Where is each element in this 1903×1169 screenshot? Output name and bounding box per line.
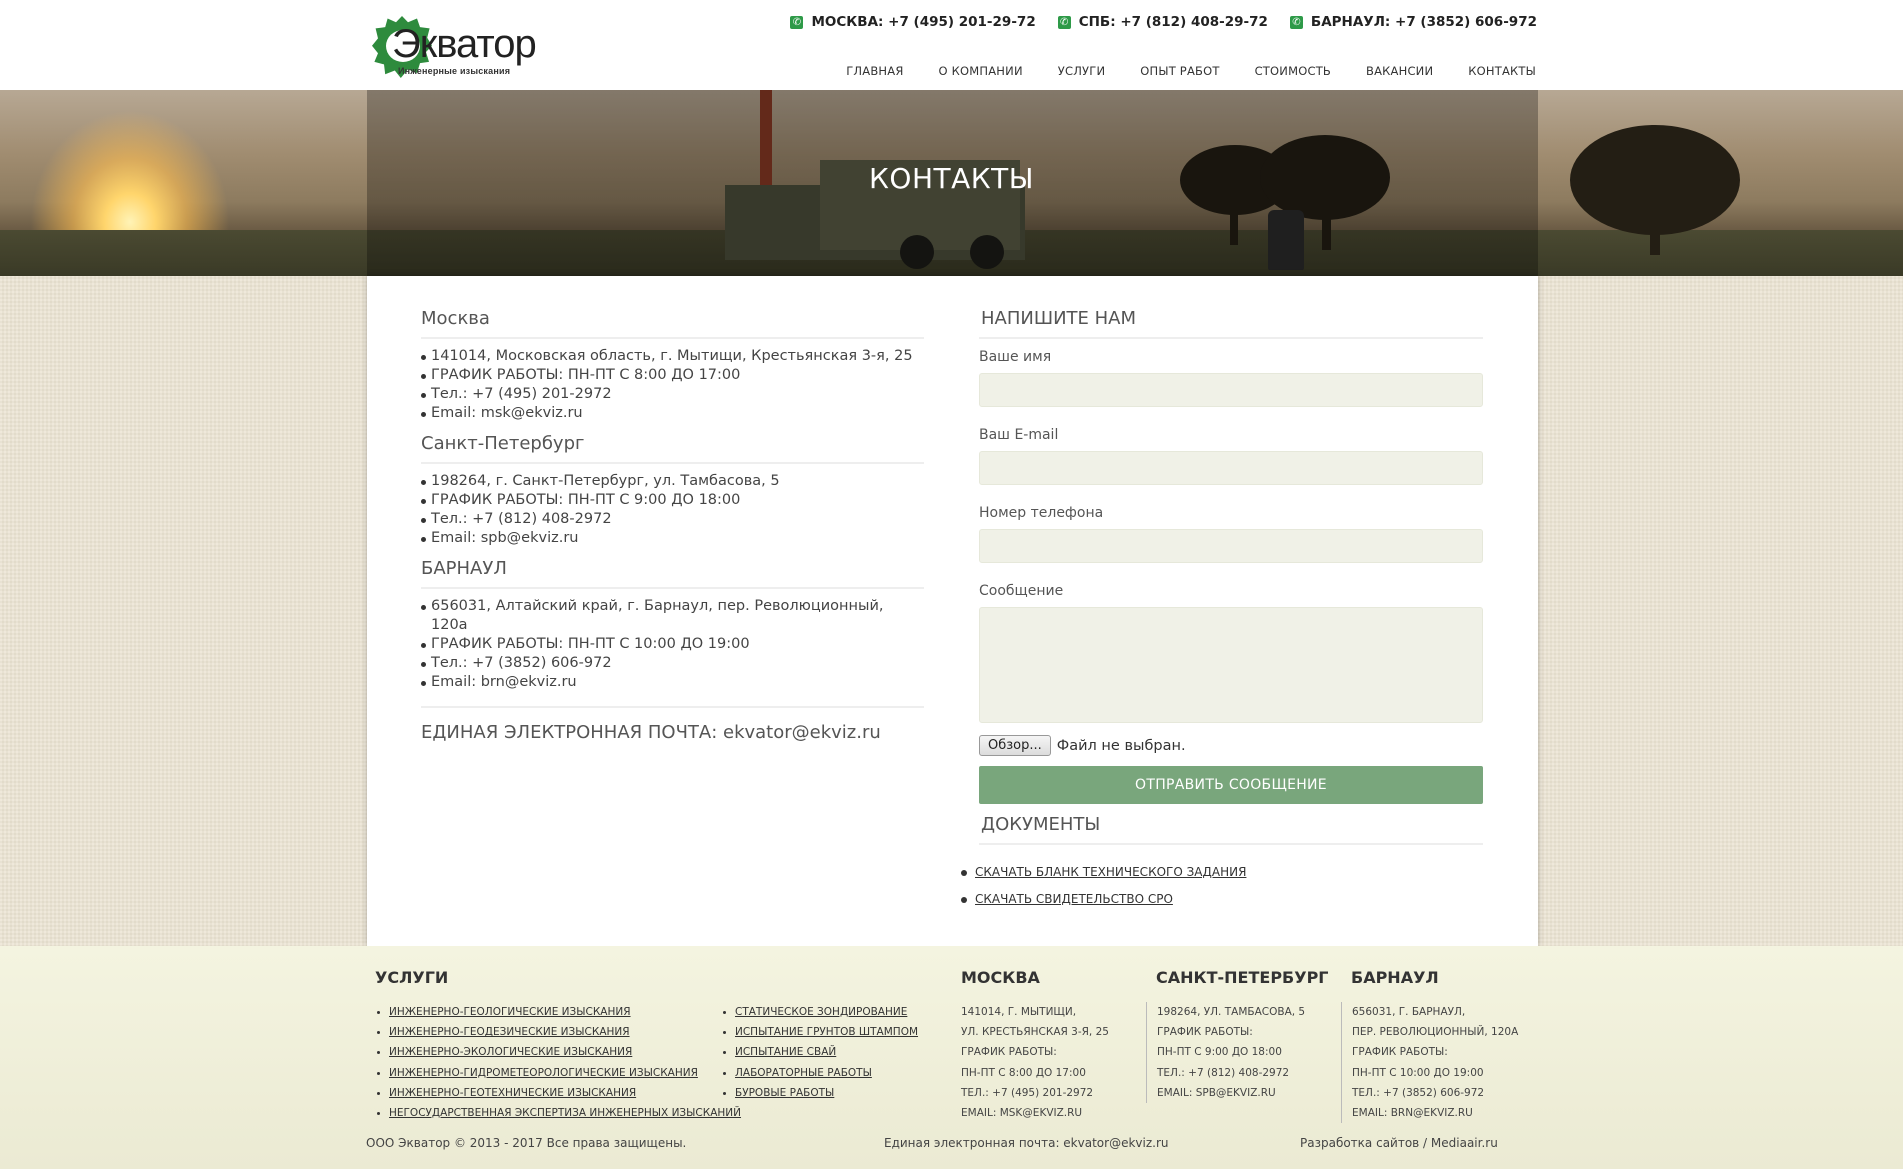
phone-input[interactable] — [979, 529, 1483, 563]
nav-about[interactable]: О КОМПАНИИ — [939, 64, 1023, 78]
city-title-spb: Санкт-Петербург — [421, 433, 924, 464]
logo[interactable]: Экватор Инженерные изыскания — [370, 12, 570, 82]
nav-vacancies[interactable]: ВАКАНСИИ — [1366, 64, 1433, 78]
download-tech-task-link[interactable]: СКАЧАТЬ БЛАНК ТЕХНИЧЕСКОГО ЗАДАНИЯ — [975, 865, 1246, 879]
footer-services-title: УСЛУГИ — [375, 968, 449, 987]
footer-service-link[interactable]: ИНЖЕНЕРНО-ГЕОЛОГИЧЕСКИЕ ИЗЫСКАНИЯ — [389, 1006, 631, 1018]
office-email: Email: msk@ekviz.ru — [421, 404, 924, 423]
office-address: 198264, г. Санкт-Петербург, ул. Тамбасов… — [421, 472, 924, 491]
office-info-barnaul: 656031, Алтайский край, г. Барнаул, пер.… — [421, 597, 924, 692]
file-upload: Обзор... Файл не выбран. — [979, 735, 1483, 756]
phone-barnaul[interactable]: ✆ БАРНАУЛ: +7 (3852) 606-972 — [1289, 14, 1537, 30]
page-banner: КОНТАКТЫ — [0, 90, 1903, 276]
message-label: Сообщение — [979, 583, 1064, 599]
office-hours: ГРАФИК РАБОТЫ: ПН-ПТ С 8:00 ДО 17:00 — [421, 366, 924, 385]
list-item: ЛАБОРАТОРНЫЕ РАБОТЫ — [723, 1063, 918, 1083]
nav-prices[interactable]: СТОИМОСТЬ — [1255, 64, 1331, 78]
footer-moscow-title: МОСКВА — [961, 968, 1040, 987]
list-item: СКАЧАТЬ БЛАНК ТЕХНИЧЕСКОГО ЗАДАНИЯ — [961, 859, 1483, 886]
documents-list: СКАЧАТЬ БЛАНК ТЕХНИЧЕСКОГО ЗАДАНИЯ СКАЧА… — [961, 859, 1483, 913]
footer-common-email: Единая электронная почта: ekvator@ekviz.… — [884, 1136, 1169, 1150]
phone-label: Номер телефона — [979, 505, 1104, 521]
message-textarea[interactable] — [979, 607, 1483, 723]
footer-service-link[interactable]: ИНЖЕНЕРНО-ЭКОЛОГИЧЕСКИЕ ИЗЫСКАНИЯ — [389, 1046, 632, 1058]
developer-link[interactable]: Разработка сайтов / Mediaair.ru — [1300, 1136, 1498, 1150]
logo-tagline: Инженерные изыскания — [398, 66, 511, 76]
office-email: Email: spb@ekviz.ru — [421, 529, 924, 548]
form-title: НАПИШИТЕ НАМ — [979, 308, 1483, 339]
browse-button[interactable]: Обзор... — [979, 735, 1051, 756]
city-title-moscow: Москва — [421, 308, 924, 339]
page-title: КОНТАКТЫ — [869, 162, 1034, 195]
site-header: Экватор Инженерные изыскания ✆ МОСКВА: +… — [0, 0, 1903, 90]
site-footer: УСЛУГИ ИНЖЕНЕРНО-ГЕОЛОГИЧЕСКИЕ ИЗЫСКАНИЯ… — [0, 946, 1903, 1169]
phone-icon: ✆ — [1289, 15, 1303, 29]
email-label: Ваш E-mail — [979, 427, 1059, 443]
list-item: ИСПЫТАНИЕ ГРУНТОВ ШТАМПОМ — [723, 1022, 918, 1042]
download-sro-link[interactable]: СКАЧАТЬ СВИДЕТЕЛЬСТВО СРО — [975, 892, 1173, 906]
header-phones: ✆ МОСКВА: +7 (495) 201-29-72 ✆ СПБ: +7 (… — [790, 14, 1537, 30]
list-item: ИСПЫТАНИЕ СВАЙ — [723, 1042, 918, 1062]
footer-service-link[interactable]: БУРОВЫЕ РАБОТЫ — [735, 1087, 834, 1099]
footer-service-link[interactable]: НЕГОСУДАРСТВЕННАЯ ЭКСПЕРТИЗА ИНЖЕНЕРНЫХ … — [389, 1107, 741, 1119]
office-phone: Тел.: +7 (495) 201-2972 — [421, 385, 924, 404]
office-hours: ГРАФИК РАБОТЫ: ПН-ПТ С 10:00 ДО 19:00 — [421, 635, 924, 654]
footer-barnaul-info: 656031, Г. БАРНАУЛ, ПЕР. РЕВОЛЮЦИОННЫЙ, … — [1341, 1002, 1518, 1124]
footer-moscow-info: 141014, Г. МЫТИЩИ, УЛ. КРЕСТЬЯНСКАЯ 3-Я,… — [961, 1006, 1109, 1120]
footer-service-link[interactable]: ИСПЫТАНИЕ ГРУНТОВ ШТАМПОМ — [735, 1026, 918, 1038]
list-item: ИНЖЕНЕРНО-ГЕОЛОГИЧЕСКИЕ ИЗЫСКАНИЯ — [377, 1002, 741, 1022]
footer-spb-info: 198264, УЛ. ТАМБАСОВА, 5 ГРАФИК РАБОТЫ: … — [1146, 1002, 1305, 1104]
list-item: СТАТИЧЕСКОЕ ЗОНДИРОВАНИЕ — [723, 1002, 918, 1022]
list-item: СКАЧАТЬ СВИДЕТЕЛЬСТВО СРО — [961, 886, 1483, 913]
list-item: НЕГОСУДАРСТВЕННАЯ ЭКСПЕРТИЗА ИНЖЕНЕРНЫХ … — [377, 1103, 741, 1123]
phone-moscow[interactable]: ✆ МОСКВА: +7 (495) 201-29-72 — [790, 14, 1036, 30]
footer-service-link[interactable]: ИНЖЕНЕРНО-ГЕОДЕЗИЧЕСКИЕ ИЗЫСКАНИЯ — [389, 1026, 630, 1038]
office-info-moscow: 141014, Московская область, г. Мытищи, К… — [421, 347, 924, 423]
office-address: 141014, Московская область, г. Мытищи, К… — [421, 347, 924, 366]
nav-home[interactable]: ГЛАВНАЯ — [846, 64, 903, 78]
footer-services-list-2: СТАТИЧЕСКОЕ ЗОНДИРОВАНИЕ ИСПЫТАНИЕ ГРУНТ… — [723, 1002, 918, 1103]
footer-service-link[interactable]: ЛАБОРАТОРНЫЕ РАБОТЫ — [735, 1067, 872, 1079]
city-title-barnaul: БАРНАУЛ — [421, 558, 924, 589]
common-email: ЕДИНАЯ ЭЛЕКТРОННАЯ ПОЧТА: ekvator@ekviz.… — [421, 706, 924, 743]
office-address: 656031, Алтайский край, г. Барнаул, пер.… — [421, 597, 924, 635]
list-item: ИНЖЕНЕРНО-ГИДРОМЕТЕОРОЛОГИЧЕСКИЕ ИЗЫСКАН… — [377, 1063, 741, 1083]
contact-form: НАПИШИТЕ НАМ Ваше имя Ваш E-mail Номер т… — [961, 308, 1483, 913]
footer-barnaul-title: БАРНАУЛ — [1351, 968, 1439, 987]
footer-services-list-1: ИНЖЕНЕРНО-ГЕОЛОГИЧЕСКИЕ ИЗЫСКАНИЯ ИНЖЕНЕ… — [377, 1002, 741, 1123]
copyright: ООО Экватор © 2013 - 2017 Все права защи… — [366, 1136, 687, 1150]
nav-services[interactable]: УСЛУГИ — [1058, 64, 1106, 78]
nav-experience[interactable]: ОПЫТ РАБОТ — [1140, 64, 1219, 78]
office-email: Email: brn@ekviz.ru — [421, 673, 924, 692]
nav-contacts[interactable]: КОНТАКТЫ — [1468, 64, 1536, 78]
footer-spb-title: САНКТ-ПЕТЕРБУРГ — [1156, 968, 1329, 987]
office-phone: Тел.: +7 (812) 408-2972 — [421, 510, 924, 529]
logo-name: Экватор — [392, 22, 537, 66]
name-input[interactable] — [979, 373, 1483, 407]
office-info-spb: 198264, г. Санкт-Петербург, ул. Тамбасов… — [421, 472, 924, 548]
list-item: БУРОВЫЕ РАБОТЫ — [723, 1083, 918, 1103]
list-item: ИНЖЕНЕРНО-ЭКОЛОГИЧЕСКИЕ ИЗЫСКАНИЯ — [377, 1042, 741, 1062]
office-hours: ГРАФИК РАБОТЫ: ПН-ПТ С 9:00 ДО 18:00 — [421, 491, 924, 510]
file-status: Файл не выбран. — [1056, 737, 1186, 754]
footer-service-link[interactable]: ИНЖЕНЕРНО-ГЕОТЕХНИЧЕСКИЕ ИЗЫСКАНИЯ — [389, 1087, 636, 1099]
phone-spb[interactable]: ✆ СПБ: +7 (812) 408-29-72 — [1057, 14, 1268, 30]
list-item: ИНЖЕНЕРНО-ГЕОДЕЗИЧЕСКИЕ ИЗЫСКАНИЯ — [377, 1022, 741, 1042]
phone-icon: ✆ — [790, 15, 804, 29]
list-item: ИНЖЕНЕРНО-ГЕОТЕХНИЧЕСКИЕ ИЗЫСКАНИЯ — [377, 1083, 741, 1103]
office-phone: Тел.: +7 (3852) 606-972 — [421, 654, 924, 673]
footer-service-link[interactable]: ИНЖЕНЕРНО-ГИДРОМЕТЕОРОЛОГИЧЕСКИЕ ИЗЫСКАН… — [389, 1067, 698, 1079]
documents-title: ДОКУМЕНТЫ — [979, 814, 1483, 845]
main-content: Москва 141014, Московская область, г. Мы… — [367, 276, 1538, 946]
contacts-column: Москва 141014, Московская область, г. Мы… — [421, 308, 924, 743]
footer-service-link[interactable]: СТАТИЧЕСКОЕ ЗОНДИРОВАНИЕ — [735, 1006, 907, 1018]
name-label: Ваше имя — [979, 349, 1052, 365]
footer-service-link[interactable]: ИСПЫТАНИЕ СВАЙ — [735, 1046, 836, 1058]
email-input[interactable] — [979, 451, 1483, 485]
submit-button[interactable]: ОТПРАВИТЬ СООБЩЕНИЕ — [979, 766, 1483, 804]
phone-icon: ✆ — [1057, 15, 1071, 29]
main-nav: ГЛАВНАЯ О КОМПАНИИ УСЛУГИ ОПЫТ РАБОТ СТО… — [846, 64, 1536, 78]
